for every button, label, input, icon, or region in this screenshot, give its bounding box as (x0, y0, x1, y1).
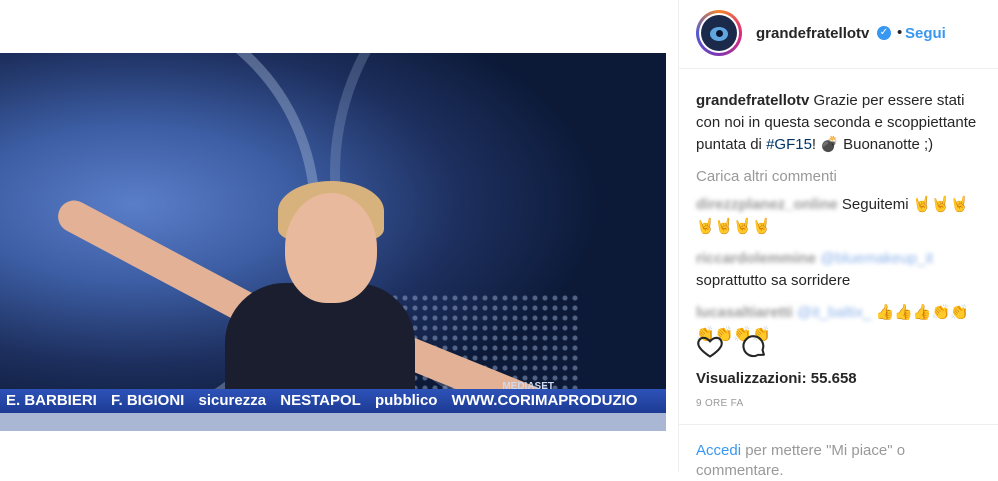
video-player[interactable]: E. BARBIERI F. BIGIONI sicurezza NESTAPO… (0, 53, 666, 431)
ticker-item: F. BIGIONI (111, 392, 185, 409)
story-ring[interactable] (696, 10, 742, 56)
caption: grandefratellotv Grazie per essere stati… (696, 90, 986, 156)
header-separator: • (897, 24, 903, 41)
login-prompt: Accedi per mettere "Mi piace" o commenta… (679, 424, 998, 479)
avatar[interactable] (699, 13, 739, 53)
comment-username[interactable]: direzzplanez_online (696, 196, 838, 213)
login-link[interactable]: Accedi (696, 442, 741, 459)
comment-mention[interactable]: @it_baltix_ (797, 304, 871, 321)
ticker-item: NESTAPOL (280, 392, 361, 409)
views-label: Visualizzazioni: (696, 370, 807, 387)
video-bottom-strip (0, 413, 666, 431)
ticker-item: sicurezza (198, 392, 267, 409)
comment-item: riccardolemmine @bluemakeup_it soprattut… (696, 248, 986, 292)
comment-item: direzzplanez_online Seguitemi 🤘🤘🤘🤘🤘🤘🤘 (696, 194, 986, 238)
caption-username[interactable]: grandefratellotv (696, 92, 809, 109)
load-more-comments-button[interactable]: Carica altri commenti (696, 166, 986, 188)
comment-username[interactable]: lucasaltiaretti (696, 304, 793, 321)
comment-mention[interactable]: @bluemakeup_it (820, 250, 933, 267)
post-side-panel: grandefratellotv ✓ • Segui grandefratell… (678, 0, 998, 479)
follow-button[interactable]: Segui (905, 25, 946, 42)
views-count: Visualizzazioni: 55.658 (696, 370, 857, 387)
channel-watermark: MEDIASET (502, 381, 554, 392)
comments-list: grandefratellotv Grazie per essere stati… (696, 90, 986, 343)
post-header: grandefratellotv ✓ • Segui (679, 0, 998, 69)
comment-text: soprattutto sa sorridere (696, 272, 851, 289)
media-area: E. BARBIERI F. BIGIONI sicurezza NESTAPO… (0, 0, 678, 472)
comment-icon[interactable] (740, 332, 768, 360)
eye-pupil (716, 30, 723, 37)
ticker-item: E. BARBIERI (6, 392, 97, 409)
heart-icon[interactable] (696, 332, 724, 360)
header-username[interactable]: grandefratellotv (756, 25, 869, 42)
post-timestamp[interactable]: 9 ORE FA (696, 398, 743, 409)
news-ticker: E. BARBIERI F. BIGIONI sicurezza NESTAPO… (0, 381, 666, 413)
ticker-item: pubblico (374, 392, 438, 409)
caption-text-end: ! 💣 Buonanotte ;) (811, 136, 934, 153)
post-actions (696, 332, 986, 360)
views-number: 55.658 (810, 370, 857, 387)
presenter-face (285, 193, 377, 303)
verified-badge-icon: ✓ (877, 26, 891, 40)
login-text: Accedi per mettere "Mi piace" o commenta… (696, 441, 976, 481)
avatar-image (701, 15, 737, 51)
comment-username[interactable]: riccardolemmine (696, 250, 816, 267)
hashtag-link[interactable]: #GF15 (766, 136, 812, 153)
